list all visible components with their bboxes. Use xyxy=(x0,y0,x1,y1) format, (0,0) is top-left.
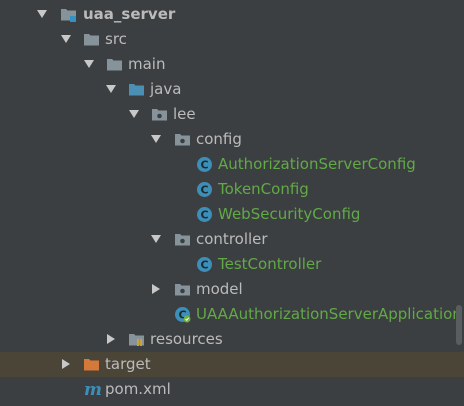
tree-label: TestController xyxy=(218,255,322,273)
tree-row-test-controller[interactable]: C TestController xyxy=(0,252,464,277)
expand-arrow-icon[interactable] xyxy=(151,235,161,243)
tree-row-application[interactable]: C UAAAuthorizationServerApplication xyxy=(0,302,464,327)
tree-row-token-config[interactable]: C TokenConfig xyxy=(0,177,464,202)
svg-text:C: C xyxy=(200,208,208,221)
expand-arrow-icon[interactable] xyxy=(84,60,94,68)
spring-boot-class-icon: C xyxy=(174,306,191,323)
tree-label: main xyxy=(128,55,166,73)
tree-label: lee xyxy=(173,105,196,123)
collapse-arrow-icon[interactable] xyxy=(107,334,115,344)
class-c-icon: C xyxy=(196,156,213,173)
expand-arrow-icon[interactable] xyxy=(129,110,139,118)
scrollbar-thumb[interactable] xyxy=(456,305,462,345)
tree-label: model xyxy=(196,280,243,298)
tree-label: AuthorizationServerConfig xyxy=(218,155,416,173)
svg-text:C: C xyxy=(200,258,208,271)
tree-label: java xyxy=(150,80,182,98)
excluded-folder-icon xyxy=(83,356,100,373)
tree-row-target[interactable]: target xyxy=(0,352,464,377)
tree-row-web-security-config[interactable]: C WebSecurityConfig xyxy=(0,202,464,227)
collapse-arrow-icon[interactable] xyxy=(152,284,160,294)
folder-icon xyxy=(83,31,100,48)
tree-row-controller[interactable]: controller xyxy=(0,227,464,252)
resources-folder-icon xyxy=(128,331,145,348)
tree-row-authorization-server-config[interactable]: C AuthorizationServerConfig xyxy=(0,152,464,177)
tree-row-uaa-server[interactable]: uaa_server xyxy=(0,2,464,27)
class-c-icon: C xyxy=(196,206,213,223)
tree-row-config[interactable]: config xyxy=(0,127,464,152)
class-c-icon: C xyxy=(196,181,213,198)
expand-arrow-icon[interactable] xyxy=(151,135,161,143)
package-icon xyxy=(174,231,191,248)
tree-row-pom[interactable]: m pom.xml xyxy=(0,377,464,402)
tree-row-src[interactable]: src xyxy=(0,27,464,52)
tree-label: pom.xml xyxy=(105,380,171,398)
package-icon xyxy=(174,281,191,298)
svg-text:C: C xyxy=(200,183,208,196)
expand-arrow-icon[interactable] xyxy=(37,10,47,18)
source-root-folder-icon xyxy=(128,81,145,98)
tree-row-main[interactable]: main xyxy=(0,52,464,77)
tree-label: WebSecurityConfig xyxy=(218,205,361,223)
expand-arrow-icon[interactable] xyxy=(106,85,116,93)
tree-label: config xyxy=(196,130,242,148)
maven-m-icon: m xyxy=(83,380,102,400)
tree-row-resources[interactable]: resources xyxy=(0,327,464,352)
folder-icon xyxy=(106,56,123,73)
tree-label: resources xyxy=(150,330,223,348)
svg-text:m: m xyxy=(84,380,102,398)
tree-label: target xyxy=(105,355,151,373)
project-tree: uaa_server src main java lee config C Au… xyxy=(0,2,464,402)
package-icon xyxy=(151,106,168,123)
package-icon xyxy=(174,131,191,148)
module-folder-icon xyxy=(60,6,77,23)
class-c-icon: C xyxy=(196,256,213,273)
tree-label: controller xyxy=(196,230,268,248)
tree-label: TokenConfig xyxy=(218,180,309,198)
svg-text:C: C xyxy=(200,158,208,171)
tree-row-java[interactable]: java xyxy=(0,77,464,102)
tree-label: uaa_server xyxy=(83,5,176,23)
tree-label: src xyxy=(105,30,127,48)
tree-label: UAAAuthorizationServerApplication xyxy=(196,305,462,323)
collapse-arrow-icon[interactable] xyxy=(62,359,70,369)
tree-row-model[interactable]: model xyxy=(0,277,464,302)
expand-arrow-icon[interactable] xyxy=(61,35,71,43)
tree-row-lee[interactable]: lee xyxy=(0,102,464,127)
